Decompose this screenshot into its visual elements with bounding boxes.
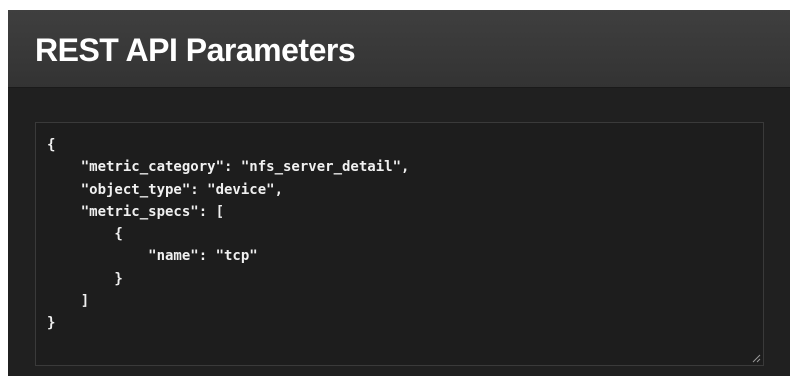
resize-grip-icon[interactable] bbox=[751, 353, 761, 363]
panel-title: REST API Parameters bbox=[35, 32, 356, 68]
parameters-textarea[interactable]: { "metric_category": "nfs_server_detail"… bbox=[35, 122, 764, 366]
rest-api-parameters-panel: REST API Parameters { "metric_category":… bbox=[8, 10, 790, 376]
panel-header: REST API Parameters bbox=[8, 10, 790, 88]
parameters-json-text[interactable]: { "metric_category": "nfs_server_detail"… bbox=[36, 123, 763, 335]
